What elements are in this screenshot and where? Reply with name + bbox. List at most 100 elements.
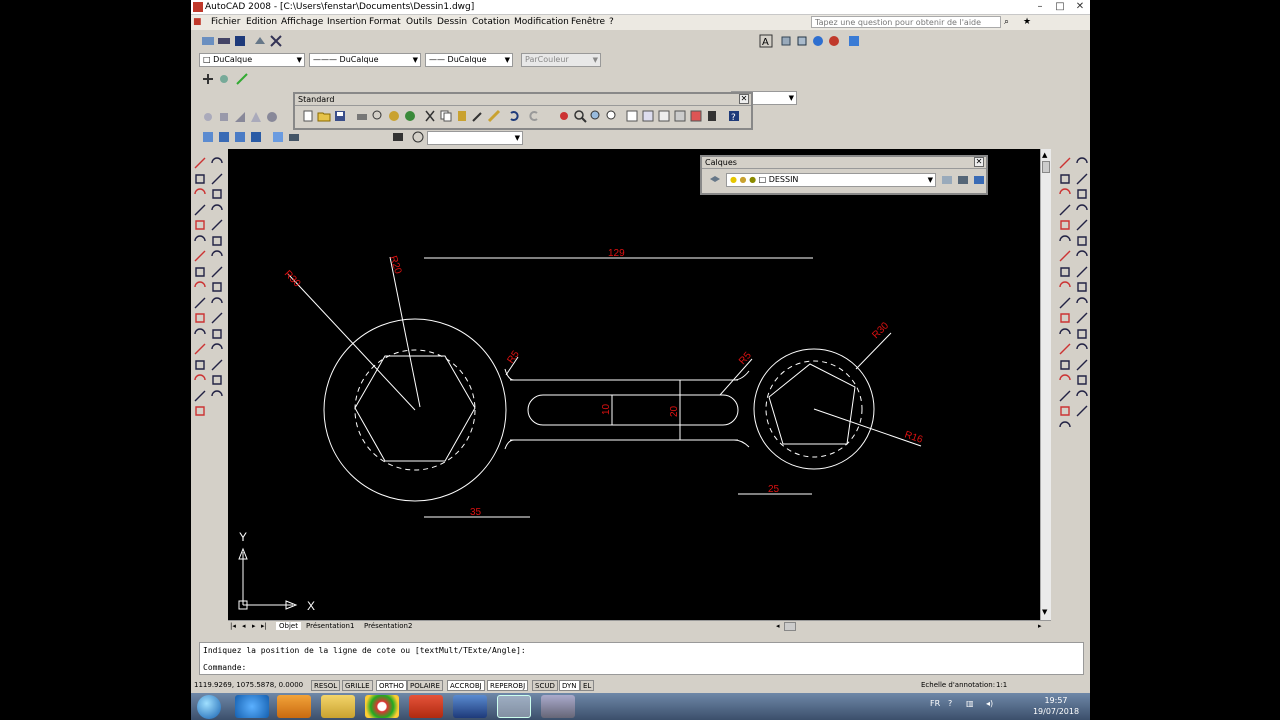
workspace-icon[interactable] xyxy=(201,34,215,48)
osnap-nearest-icon[interactable] xyxy=(1058,389,1072,403)
minimize-button[interactable]: – xyxy=(1031,1,1049,13)
view-left-icon[interactable] xyxy=(233,130,247,144)
plot-preview-icon[interactable] xyxy=(371,109,385,123)
pen-tool-icon[interactable] xyxy=(210,156,224,170)
paint-icon[interactable] xyxy=(541,695,575,718)
powerpoint-icon[interactable] xyxy=(409,695,443,718)
new-file-icon[interactable] xyxy=(301,109,315,123)
menu-cotation[interactable]: Cotation xyxy=(472,17,510,27)
chrome-icon[interactable] xyxy=(365,695,399,718)
dim-linear-icon[interactable] xyxy=(1058,156,1072,170)
redo-icon[interactable] xyxy=(527,109,541,123)
osnap-endpoint-icon[interactable] xyxy=(1058,311,1072,325)
toggle-resol[interactable]: RESOL xyxy=(311,680,341,691)
polyline-tool-icon[interactable] xyxy=(193,172,207,186)
toggle-accrobj[interactable]: ACCROBJ xyxy=(447,680,485,691)
menu-affichage[interactable]: Affichage xyxy=(281,17,323,27)
h-scroll-left-icon[interactable]: ◂ xyxy=(776,622,780,630)
save-icon[interactable] xyxy=(333,109,347,123)
design-center-icon[interactable] xyxy=(641,109,655,123)
palette-icon[interactable] xyxy=(233,34,247,48)
tablestyle-icon[interactable] xyxy=(217,72,231,86)
render-sphere-icon[interactable] xyxy=(811,34,825,48)
lineweight-combo[interactable]: —— DuCalque ▼ xyxy=(425,53,513,67)
undo-icon[interactable] xyxy=(507,109,521,123)
mtext-tool-icon[interactable] xyxy=(193,404,207,418)
dim-text-edit-icon[interactable] xyxy=(1058,296,1072,310)
dim-arc-icon[interactable] xyxy=(1058,172,1072,186)
properties-icon[interactable] xyxy=(625,109,639,123)
autocad-task-icon[interactable] xyxy=(497,695,531,718)
continue-dim-icon[interactable] xyxy=(1058,234,1072,248)
tab-objet[interactable]: Objet xyxy=(276,622,301,630)
sphere-icon[interactable] xyxy=(265,110,279,124)
dim-style-icon[interactable] xyxy=(1058,420,1072,434)
dim-ordinate-icon[interactable] xyxy=(1075,172,1089,186)
pan-icon[interactable] xyxy=(557,109,571,123)
osnap-node-icon[interactable] xyxy=(1058,373,1072,387)
solid-box-icon[interactable] xyxy=(217,110,231,124)
magnet-icon[interactable] xyxy=(1075,404,1089,418)
render-icon[interactable] xyxy=(391,130,405,144)
osnap-parallel-icon[interactable] xyxy=(1075,358,1089,372)
dim-jogged-icon[interactable] xyxy=(1075,187,1089,201)
layer-combo[interactable]: ● ● ● □ DESSIN ▼ xyxy=(726,173,936,187)
plotstyle-combo[interactable]: ParCouleur ▼ xyxy=(521,53,601,67)
dim-radius-icon[interactable] xyxy=(1058,187,1072,201)
network-icon[interactable]: ▥ xyxy=(966,699,974,708)
ellipse-tool-icon[interactable] xyxy=(193,280,207,294)
jogged-linear-icon[interactable] xyxy=(1058,280,1072,294)
compass-icon[interactable] xyxy=(411,130,425,144)
tool-palettes-icon[interactable] xyxy=(657,109,671,123)
language-indicator[interactable]: FR xyxy=(930,699,940,708)
break-tool-icon[interactable] xyxy=(210,311,224,325)
drawing-canvas[interactable]: 129 R30 R20 R5 R5 R30 R16 10 20 35 25 Y … xyxy=(228,149,1040,620)
scroll-up-icon[interactable]: ▲ xyxy=(1042,151,1047,159)
box-3d-icon[interactable] xyxy=(779,34,793,48)
region-tool-icon[interactable] xyxy=(210,203,224,217)
block-editor-icon[interactable] xyxy=(487,109,501,123)
open-file-icon[interactable] xyxy=(317,109,331,123)
menu-dessin[interactable]: Dessin xyxy=(437,17,467,27)
dim-aligned-icon[interactable] xyxy=(1075,156,1089,170)
tab-presentation1[interactable]: Présentation1 xyxy=(306,622,354,630)
array-tool-icon[interactable] xyxy=(210,218,224,232)
extend-tool-icon[interactable] xyxy=(210,296,224,310)
toggle-dyn[interactable]: DYN xyxy=(559,680,580,691)
toggle-polaire[interactable]: POLAIRE xyxy=(407,680,443,691)
doc-icon[interactable]: ■ xyxy=(193,17,202,27)
dim-break-icon[interactable] xyxy=(1058,249,1072,263)
line-tool-icon[interactable] xyxy=(193,156,207,170)
menu-format[interactable]: Format xyxy=(369,17,401,27)
circle-tool-icon[interactable] xyxy=(193,234,207,248)
chamfer-tool-icon[interactable] xyxy=(210,342,224,356)
command-prompt[interactable]: Commande: xyxy=(203,663,246,672)
plot-icon[interactable] xyxy=(355,109,369,123)
help-search-input[interactable]: Tapez une question pour obtenir de l'aid… xyxy=(811,16,1001,28)
menu-modification[interactable]: Modification xyxy=(514,17,569,27)
view-front-icon[interactable] xyxy=(201,130,215,144)
copy-icon[interactable] xyxy=(439,109,453,123)
layer-manager-icon[interactable] xyxy=(708,173,722,187)
tab-nav-next-icon[interactable]: ▸ xyxy=(252,622,256,630)
view-top-icon[interactable] xyxy=(217,130,231,144)
view-iso-icon[interactable] xyxy=(271,130,285,144)
zoom-window-icon[interactable] xyxy=(589,109,603,123)
cube-icon[interactable] xyxy=(795,34,809,48)
close-icon[interactable]: ✕ xyxy=(974,157,984,167)
view-right-icon[interactable] xyxy=(249,130,263,144)
3d-dwf-icon[interactable] xyxy=(403,109,417,123)
layer-walk-icon[interactable] xyxy=(972,173,986,187)
make-block-icon[interactable] xyxy=(193,327,207,341)
baseline-dim-icon[interactable] xyxy=(1075,218,1089,232)
orbit-icon[interactable] xyxy=(201,110,215,124)
trim-tool-icon[interactable] xyxy=(210,280,224,294)
multileader-icon[interactable] xyxy=(235,72,249,86)
table-tool-icon[interactable] xyxy=(210,389,224,403)
view-combo[interactable]: ▼ xyxy=(427,131,523,145)
star-icon[interactable]: ★ xyxy=(1023,17,1031,27)
tab-presentation2[interactable]: Présentation2 xyxy=(364,622,412,630)
internet-explorer-icon[interactable] xyxy=(235,695,269,718)
toggle-scud[interactable]: SCUD xyxy=(532,680,558,691)
start-button[interactable] xyxy=(197,695,221,719)
